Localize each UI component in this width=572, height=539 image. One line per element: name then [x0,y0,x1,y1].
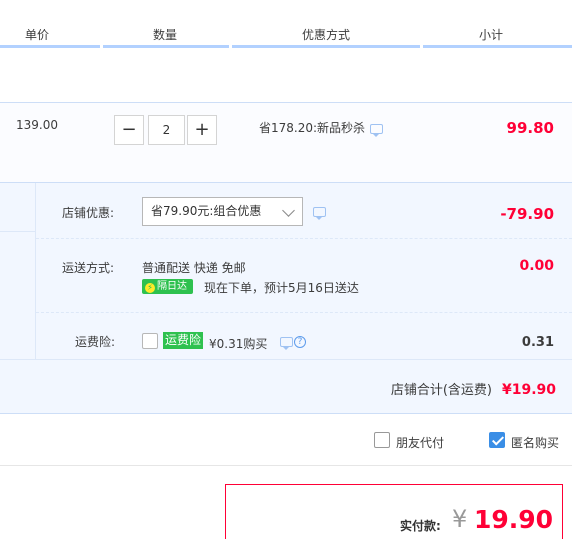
insurance-badge: 运费险 [163,332,204,349]
shipping-label: 运送方式: [62,261,115,275]
col-qty-header: 数量 [153,28,178,42]
insurance-price: ¥0.31购买 [209,337,268,351]
cart-item-row: 139.00 − 2 + 省178.20:新品秒杀 99.80 [0,102,572,182]
col-price-header: 单价 [25,28,50,42]
shop-discount-select[interactable]: 省79.90元:组合优惠 [142,197,303,226]
shipping-method: 普通配送 快递 免邮 [142,261,246,275]
divider [0,359,572,360]
col-promo-header: 优惠方式 [302,28,351,42]
item-subtotal: 99.80 [506,119,554,137]
shop-discount-value-text: 省79.90元:组合优惠 [151,204,262,218]
item-promo-text: 省178.20:新品秒杀 [259,121,366,135]
shop-total: 店铺合计(含运费) ¥19.90 [391,379,556,398]
shop-left-column [0,183,36,359]
shop-discount-label: 店铺优惠: [62,206,115,220]
insurance-help: ? [280,334,306,350]
anonymous-label[interactable]: 匿名购买 [511,434,559,451]
help-icon[interactable]: ? [294,335,306,348]
currency-symbol: ¥ [452,505,468,533]
lightning-icon: ⚡ [145,283,155,293]
divider [36,238,572,239]
unit-price: 139.00 [16,118,58,132]
shop-total-label: 店铺合计(含运费) [390,383,492,398]
decrease-qty-button[interactable]: − [114,115,144,145]
header-divider [232,45,420,48]
payment-summary: 实付款: ¥ 19.90 [225,484,563,539]
anonymous-checkbox[interactable] [489,432,505,448]
chevron-down-icon [282,204,295,217]
shop-summary: 店铺优惠: 省79.90元:组合优惠 -79.90 运送方式: 普通配送 快递 … [0,182,572,414]
insurance-label: 运费险: [75,335,116,349]
payment-label: 实付款: [400,519,441,533]
insurance-checkbox[interactable] [142,333,158,349]
table-header: 单价 数量 优惠方式 小计 [0,0,572,48]
friend-pay-checkbox[interactable] [374,432,390,448]
divider [0,231,36,232]
order-options: 朋友代付 匿名购买 [0,414,572,466]
quantity-input[interactable]: 2 [148,115,185,145]
insurance-amount: 0.31 [521,335,554,350]
chat-icon[interactable] [313,207,326,220]
item-promo: 省178.20:新品秒杀 [259,119,384,137]
shipping-eta: 现在下单，预计5月16日送达 [204,281,359,295]
chat-icon[interactable] [280,336,293,350]
payment-amount: 19.90 [474,505,554,534]
shop-discount-amount: -79.90 [500,205,554,223]
header-divider [423,45,572,48]
shipping-fee: 0.00 [519,258,554,274]
increase-qty-button[interactable]: + [187,115,217,145]
friend-pay-label[interactable]: 朋友代付 [396,434,444,451]
next-day-badge: ⚡ 隔日达 [142,279,193,294]
chat-icon[interactable] [370,123,384,137]
shop-total-amount: ¥19.90 [501,382,556,398]
next-day-badge-text: 隔日达 [157,281,187,292]
header-divider [103,45,229,48]
divider [36,312,572,313]
header-divider [0,45,100,48]
col-subtotal-header: 小计 [479,28,504,42]
